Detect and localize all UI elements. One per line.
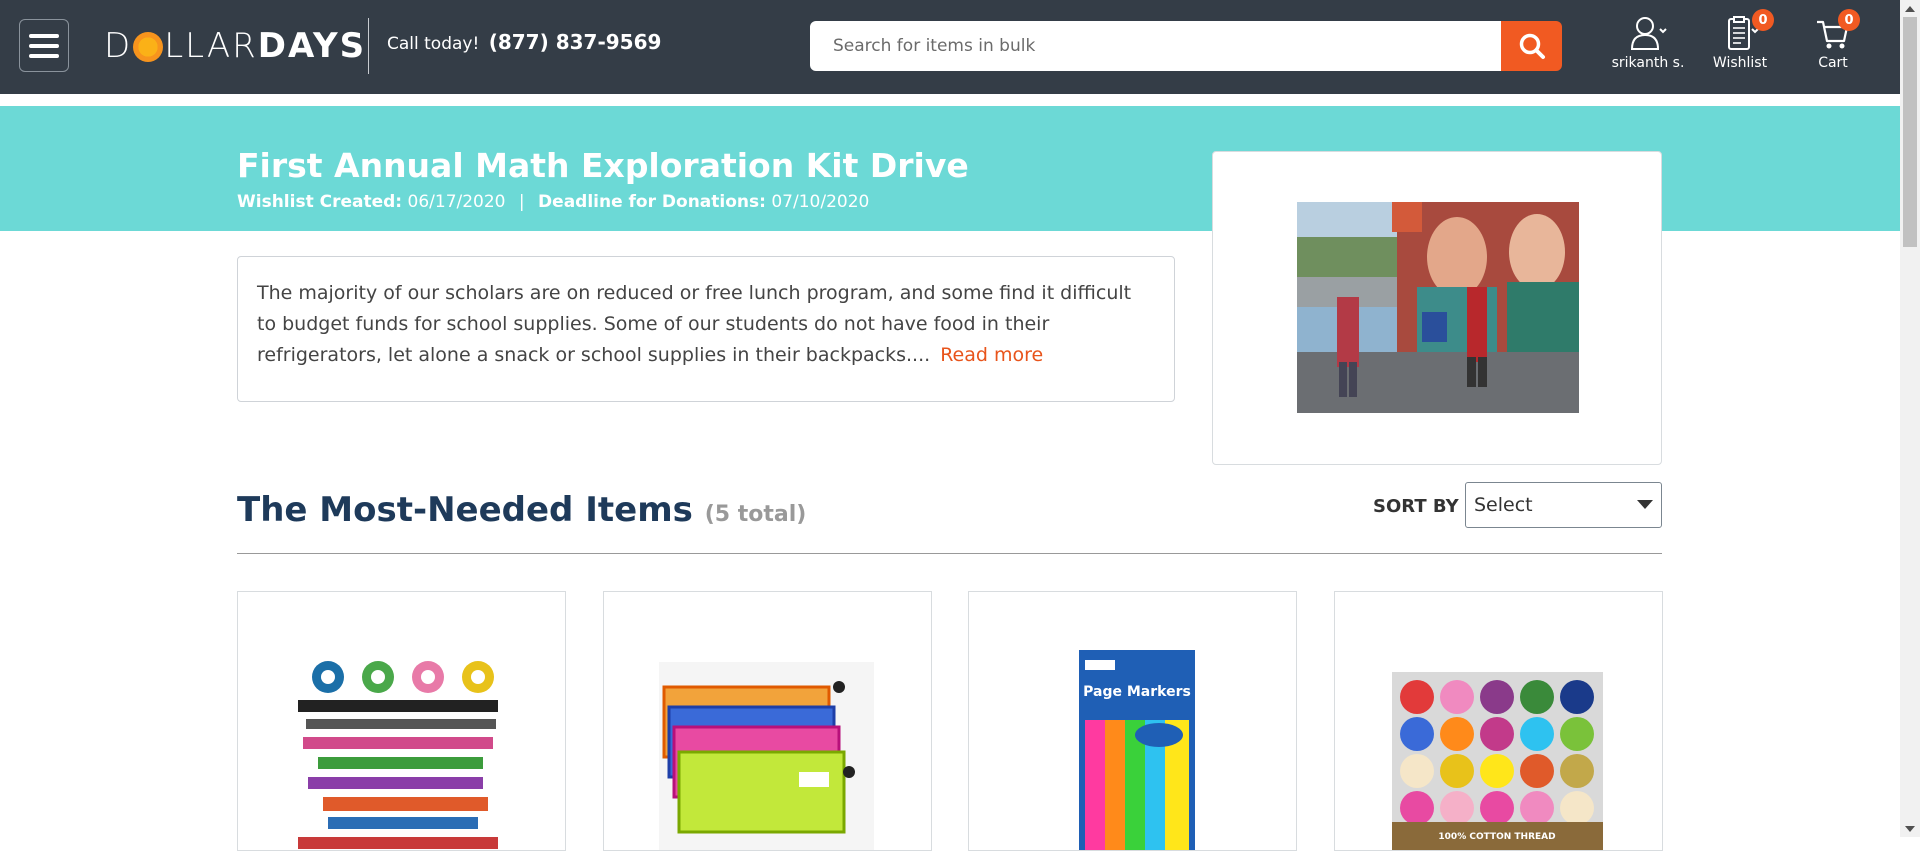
page-markers-image: Page Markers [1079, 650, 1195, 850]
cart-count-badge: 0 [1838, 9, 1860, 31]
drive-meta: Wishlist Created: 06/17/2020 | Deadline … [237, 192, 869, 212]
page-scrollbar[interactable] [1900, 0, 1920, 837]
call-label: Call today! [387, 34, 480, 54]
drive-title: First Annual Math Exploration Kit Drive [237, 146, 969, 185]
students-mural-photo [1297, 202, 1579, 413]
sort-label: SORT BY [1373, 496, 1459, 517]
search-icon [1519, 33, 1545, 59]
cart-icon-wrap: 0 [1793, 9, 1873, 51]
border-trim-image [298, 652, 498, 850]
wishlist-label: Wishlist [1712, 55, 1768, 71]
menu-bar [29, 53, 59, 58]
wishlist-icon-wrap: 0 [1700, 9, 1780, 51]
section-divider [237, 553, 1662, 554]
dropdown-arrow-icon [1637, 500, 1653, 509]
cart-label: Cart [1818, 55, 1848, 71]
thread-package-text: 100% COTTON THREAD [1438, 832, 1555, 842]
read-more-link[interactable]: Read more [940, 344, 1043, 366]
created-label: Wishlist Created: [237, 192, 403, 212]
cotton-thread-image: 100% COTTON THREAD [1392, 672, 1603, 850]
search-button[interactable] [1501, 21, 1562, 71]
deadline-date: 07/10/2020 [771, 192, 870, 212]
items-heading: The Most-Needed Items (5 total) [237, 490, 806, 530]
created-date: 06/17/2020 [407, 192, 506, 212]
meta-separator: | [518, 192, 525, 212]
dollardays-logo[interactable]: D LLAR DAYS [104, 26, 366, 66]
user-name: srikanth s. [1611, 55, 1685, 71]
call-info: Call today! (877) 837-9569 [387, 30, 661, 54]
items-heading-text: The Most-Needed Items [237, 490, 693, 530]
product-card-cotton-thread[interactable]: 100% COTTON THREAD [1334, 591, 1663, 851]
drive-description: The majority of our scholars are on redu… [237, 256, 1175, 402]
sort-select[interactable]: Select [1465, 482, 1662, 528]
items-total: (5 total) [704, 502, 807, 527]
site-header: DLLARDAYS Call today! (877) 837-9569 sri… [0, 0, 1900, 94]
scroll-up-arrow-icon[interactable] [1900, 0, 1920, 17]
menu-bar [29, 33, 59, 38]
search-input[interactable] [810, 21, 1501, 71]
account-icon-wrap [1608, 13, 1688, 51]
search-bar [810, 21, 1562, 71]
hamburger-menu-button[interactable] [19, 19, 69, 72]
scroll-thumb[interactable] [1903, 17, 1917, 247]
phone-number[interactable]: (877) 837-9569 [489, 30, 662, 54]
account-menu[interactable]: srikanth s. [1608, 13, 1688, 73]
menu-bar [29, 43, 59, 48]
product-card-border-trim[interactable] [237, 591, 566, 851]
scroll-down-arrow-icon[interactable] [1900, 820, 1920, 837]
cart-link[interactable]: 0 Cart [1793, 9, 1873, 73]
product-card-pencil-pouches[interactable] [603, 591, 932, 851]
sun-logo-icon [133, 32, 164, 62]
drive-photo-card [1212, 151, 1662, 465]
wishlist-link[interactable]: 0 Wishlist [1700, 9, 1780, 73]
svg-text:Page Markers: Page Markers [1083, 684, 1191, 700]
pencil-pouches-image [659, 662, 874, 850]
wishlist-count-badge: 0 [1752, 9, 1774, 31]
header-divider [368, 18, 369, 74]
sort-value: Select [1474, 494, 1533, 516]
product-card-page-markers[interactable]: Page Markers [968, 591, 1297, 851]
user-icon [1630, 17, 1667, 50]
deadline-label: Deadline for Donations: [538, 192, 766, 212]
